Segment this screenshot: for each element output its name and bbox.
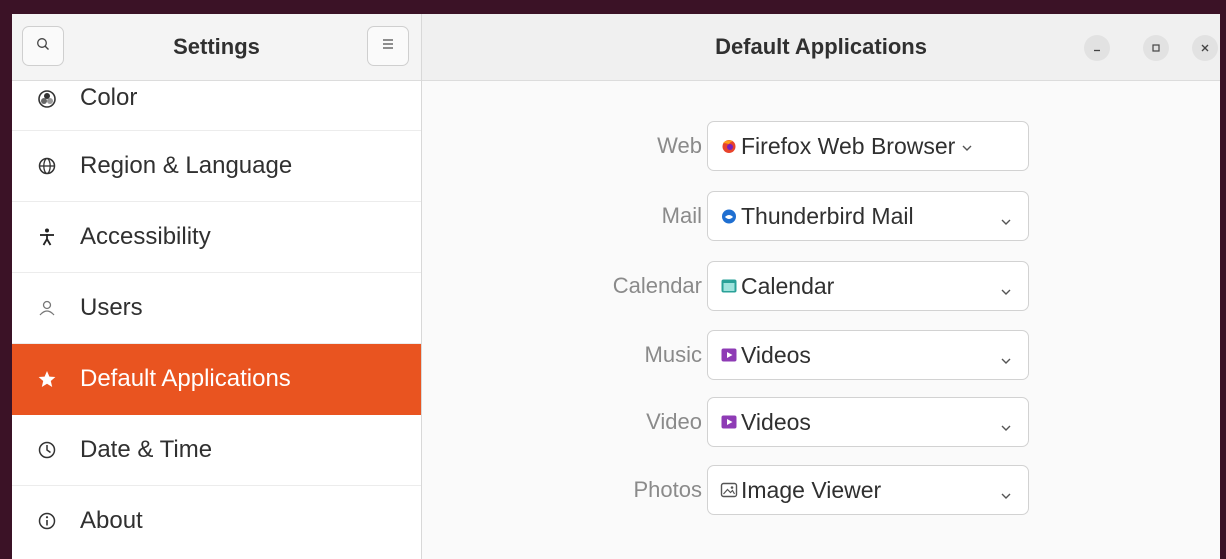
sidebar-item-users[interactable]: Users xyxy=(12,273,421,344)
mail-app-value: Thunderbird Mail xyxy=(741,202,914,229)
mail-label: Mail xyxy=(661,203,702,228)
web-app-value: Firefox Web Browser xyxy=(741,132,956,159)
calendar-app-dropdown[interactable]: Calendar xyxy=(707,261,1029,311)
sidebar-item-color[interactable]: Color xyxy=(12,80,421,131)
firefox-icon xyxy=(720,137,738,155)
sidebar-item-region-language[interactable]: Region & Language xyxy=(12,131,421,202)
video-app-value: Videos xyxy=(741,408,811,435)
sidebar-item-accessibility[interactable]: Accessibility xyxy=(12,202,421,273)
sidebar-item-date-time[interactable]: Date & Time xyxy=(12,415,421,486)
sidebar-header: Settings xyxy=(12,14,421,81)
sidebar-item-label: Color xyxy=(80,84,138,111)
globe-icon xyxy=(36,155,58,177)
main-header: Default Applications xyxy=(422,14,1220,81)
mail-row: Mail Thunderbird Mail xyxy=(422,191,1220,241)
chevron-down-icon xyxy=(1000,277,1014,295)
mail-app-dropdown[interactable]: Thunderbird Mail xyxy=(707,191,1029,241)
chevron-down-icon xyxy=(1000,346,1014,364)
menu-button[interactable] xyxy=(367,26,409,66)
sidebar-list: Color Region & Language Accessibility Us… xyxy=(12,80,421,556)
thunderbird-icon xyxy=(720,207,738,225)
users-icon xyxy=(36,297,58,319)
sidebar-title: Settings xyxy=(173,34,260,59)
photos-app-dropdown[interactable]: Image Viewer xyxy=(707,465,1029,515)
video-label: Video xyxy=(646,409,702,434)
image-viewer-icon xyxy=(720,481,738,499)
photos-label: Photos xyxy=(633,477,703,502)
sidebar-item-label: Default Applications xyxy=(80,365,291,392)
calendar-icon xyxy=(720,277,738,295)
web-app-dropdown[interactable]: Firefox Web Browser xyxy=(707,121,1029,171)
close-button[interactable] xyxy=(1192,35,1218,61)
star-icon xyxy=(36,368,58,390)
info-icon xyxy=(36,510,58,532)
music-row: Music Videos xyxy=(422,330,1220,380)
photos-row: Photos Image Viewer xyxy=(422,465,1220,515)
sidebar-item-label: Region & Language xyxy=(80,152,293,179)
hamburger-menu-icon xyxy=(381,37,395,55)
chevron-down-icon xyxy=(1000,413,1014,431)
maximize-button[interactable] xyxy=(1143,35,1169,61)
calendar-app-value: Calendar xyxy=(741,272,835,299)
music-label: Music xyxy=(644,342,702,367)
web-row: Web Firefox Web Browser xyxy=(422,121,1220,171)
clock-icon xyxy=(36,439,58,461)
sidebar: Settings Color Region & Language Accessi… xyxy=(12,14,422,559)
chevron-down-icon xyxy=(1000,481,1014,499)
video-row: Video Videos xyxy=(422,397,1220,447)
color-icon xyxy=(36,88,58,110)
settings-window: Settings Color Region & Language Accessi… xyxy=(12,14,1220,559)
chevron-down-icon xyxy=(1000,207,1014,225)
close-icon xyxy=(1200,41,1210,56)
minimize-icon xyxy=(1092,41,1102,56)
photos-app-value: Image Viewer xyxy=(741,476,882,503)
sidebar-item-about[interactable]: About xyxy=(12,486,421,556)
sidebar-item-label: Accessibility xyxy=(80,223,211,250)
maximize-icon xyxy=(1151,41,1161,56)
chevron-down-icon xyxy=(961,133,973,160)
videos-icon xyxy=(720,413,738,431)
sidebar-item-default-applications[interactable]: Default Applications xyxy=(12,344,421,415)
sidebar-item-label: About xyxy=(80,507,143,534)
default-applications-panel: Web Firefox Web Browser Mail Thunderbird… xyxy=(422,81,1220,559)
videos-icon xyxy=(720,346,738,364)
calendar-row: Calendar Calendar xyxy=(422,261,1220,311)
video-app-dropdown[interactable]: Videos xyxy=(707,397,1029,447)
sidebar-item-label: Users xyxy=(80,294,143,321)
sidebar-item-label: Date & Time xyxy=(80,436,213,463)
music-app-dropdown[interactable]: Videos xyxy=(707,330,1029,380)
minimize-button[interactable] xyxy=(1084,35,1110,61)
accessibility-icon xyxy=(36,226,58,248)
music-app-value: Videos xyxy=(741,341,811,368)
calendar-label: Calendar xyxy=(612,273,702,298)
web-label: Web xyxy=(657,133,702,158)
